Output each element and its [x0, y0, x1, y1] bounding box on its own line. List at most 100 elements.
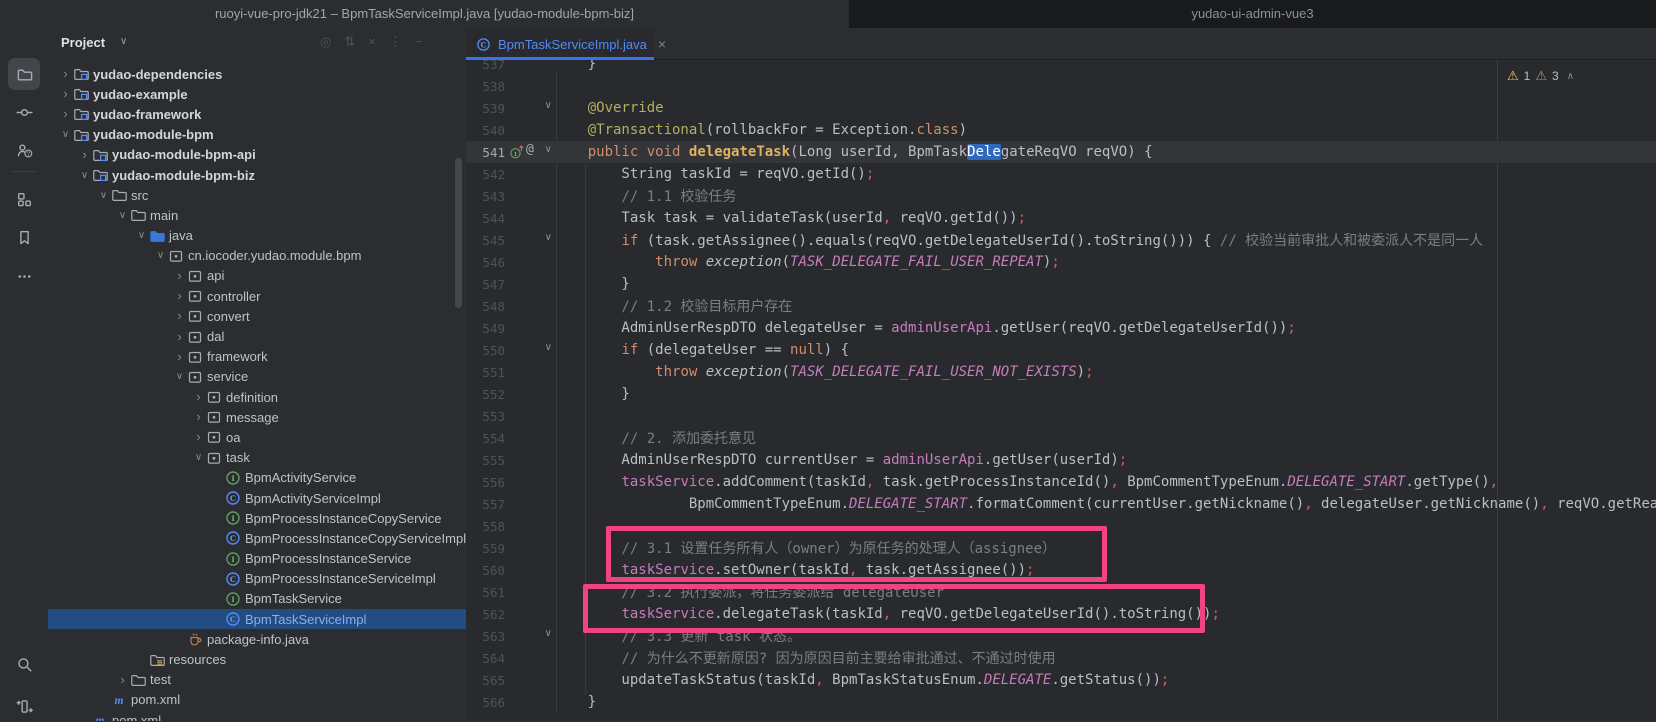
- code-line-551[interactable]: 551 throw exception(TASK_DELEGATE_FAIL_U…: [466, 361, 1656, 383]
- code-line-561[interactable]: 561 // 3.2 执行委派，将任务委派给 delegateUser: [466, 581, 1656, 603]
- tree-item-package-info-java[interactable]: package-info.java: [48, 629, 466, 649]
- chevron-collapsed-icon[interactable]: ›: [58, 69, 73, 79]
- tree-item-test[interactable]: ›test: [48, 670, 466, 690]
- code-line-556[interactable]: 556 taskService.addComment(taskId, task.…: [466, 471, 1656, 493]
- tree-item-yudao-module-bpm[interactable]: ∨yudao-module-bpm: [48, 125, 466, 145]
- code-line-558[interactable]: 558: [466, 515, 1656, 537]
- annotation-gutter-icon[interactable]: @: [526, 142, 534, 157]
- chevron-collapsed-icon[interactable]: ›: [172, 271, 187, 281]
- code-line-553[interactable]: 553: [466, 405, 1656, 427]
- chevron-expanded-icon[interactable]: ∨: [134, 230, 149, 241]
- tool-panel-icon[interactable]: [8, 690, 40, 722]
- chevron-expanded-icon[interactable]: ∨: [58, 129, 73, 140]
- tree-item-bpmprocessinstanceserviceimpl[interactable]: CBpmProcessInstanceServiceImpl: [48, 569, 466, 589]
- tree-item-yudao-framework[interactable]: ›yudao-framework: [48, 104, 466, 124]
- code-editor[interactable]: 537 }538539∨ @Override540 @Transactional…: [466, 60, 1656, 721]
- code-line-544[interactable]: 544 Task task = validateTask(userId, req…: [466, 207, 1656, 229]
- code-line-564[interactable]: 564 // 为什么不更新原因? 因为原因目前主要给审批通过、不通过时使用: [466, 647, 1656, 669]
- chevron-expanded-icon[interactable]: ∨: [77, 170, 92, 181]
- chevron-collapsed-icon[interactable]: ›: [191, 432, 206, 442]
- tree-item-bpmprocessinstancecopyservice[interactable]: IBpmProcessInstanceCopyService: [48, 508, 466, 528]
- fold-chevron-icon[interactable]: ∨: [545, 144, 552, 155]
- tree-item-yudao-module-bpm-api[interactable]: ›yudao-module-bpm-api: [48, 145, 466, 165]
- code-line-545[interactable]: 545∨ if (task.getAssignee().equals(reqVO…: [466, 229, 1656, 251]
- tree-item-convert[interactable]: ›convert: [48, 306, 466, 326]
- code-line-548[interactable]: 548 // 1.2 校验目标用户存在: [466, 295, 1656, 317]
- tree-item-message[interactable]: ›message: [48, 407, 466, 427]
- fold-chevron-icon[interactable]: ∨: [545, 342, 552, 353]
- code-line-552[interactable]: 552 }: [466, 383, 1656, 405]
- code-line-555[interactable]: 555 AdminUserRespDTO currentUser = admin…: [466, 449, 1656, 471]
- fold-chevron-icon[interactable]: ∨: [545, 232, 552, 243]
- tree-scrollbar[interactable]: [455, 158, 462, 308]
- tree-item-yudao-module-bpm-biz[interactable]: ∨yudao-module-bpm-biz: [48, 165, 466, 185]
- swap-icon[interactable]: ⇅: [344, 34, 355, 50]
- tree-item-framework[interactable]: ›framework: [48, 347, 466, 367]
- bookmarks-icon[interactable]: [8, 221, 40, 253]
- tree-item-yudao-example[interactable]: ›yudao-example: [48, 84, 466, 104]
- chevron-collapsed-icon[interactable]: ›: [172, 311, 187, 321]
- chevron-collapsed-icon[interactable]: ›: [58, 109, 73, 119]
- close-icon[interactable]: ×: [368, 34, 376, 50]
- code-line-541[interactable]: 541I@∨ public void delegateTask(Long use…: [466, 141, 1656, 163]
- tree-item-resources[interactable]: resources: [48, 649, 466, 669]
- code-line-550[interactable]: 550∨ if (delegateUser == null) {: [466, 339, 1656, 361]
- code-line-560[interactable]: 560 taskService.setOwner(taskId, task.ge…: [466, 559, 1656, 581]
- tree-item-src[interactable]: ∨src: [48, 185, 466, 205]
- tree-item-java[interactable]: ∨java: [48, 226, 466, 246]
- code-line-543[interactable]: 543 // 1.1 校验任务: [466, 185, 1656, 207]
- search-icon[interactable]: [8, 648, 40, 680]
- code-line-549[interactable]: 549 AdminUserRespDTO delegateUser = admi…: [466, 317, 1656, 339]
- tree-item-yudao-dependencies[interactable]: ›yudao-dependencies: [48, 64, 466, 84]
- more-icon[interactable]: [8, 260, 40, 292]
- chevron-expanded-icon[interactable]: ∨: [191, 452, 206, 463]
- chevron-collapsed-icon[interactable]: ›: [191, 392, 206, 402]
- tree-item-bpmprocessinstancecopyserviceimpl[interactable]: CBpmProcessInstanceCopyServiceImpl: [48, 528, 466, 548]
- tree-item-service[interactable]: ∨service: [48, 367, 466, 387]
- code-line-562[interactable]: 562 taskService.delegateTask(taskId, req…: [466, 603, 1656, 625]
- target-icon[interactable]: ◎: [320, 34, 331, 50]
- tree-item-task[interactable]: ∨task: [48, 448, 466, 468]
- chevron-collapsed-icon[interactable]: ›: [172, 352, 187, 362]
- chevron-collapsed-icon[interactable]: ›: [172, 291, 187, 301]
- fold-chevron-icon[interactable]: ∨: [545, 100, 552, 111]
- tree-item-bpmtaskserviceimpl[interactable]: CBpmTaskServiceImpl: [48, 609, 466, 629]
- tree-item-oa[interactable]: ›oa: [48, 427, 466, 447]
- background-window-title[interactable]: yudao-ui-admin-vue3: [849, 0, 1656, 28]
- more-icon[interactable]: ⋮: [389, 34, 402, 50]
- project-folder-icon[interactable]: [8, 58, 40, 90]
- code-line-559[interactable]: 559 // 3.1 设置任务所有人（owner）为原任务的处理人（assign…: [466, 537, 1656, 559]
- chevron-expanded-icon[interactable]: ∨: [172, 371, 187, 382]
- hide-icon[interactable]: −: [415, 34, 423, 50]
- code-line-540[interactable]: 540 @Transactional(rollbackFor = Excepti…: [466, 119, 1656, 141]
- code-line-538[interactable]: 538: [466, 75, 1656, 97]
- tree-item-pom-xml[interactable]: mpom.xml: [48, 710, 466, 721]
- tree-item-definition[interactable]: ›definition: [48, 387, 466, 407]
- code-line-546[interactable]: 546 throw exception(TASK_DELEGATE_FAIL_U…: [466, 251, 1656, 273]
- chevron-down-icon[interactable]: ∨: [120, 36, 127, 47]
- close-icon[interactable]: ×: [658, 36, 666, 52]
- code-line-563[interactable]: 563∨ // 3.3 更新 task 状态。: [466, 625, 1656, 647]
- chevron-collapsed-icon[interactable]: ›: [77, 150, 92, 160]
- tree-item-bpmtaskservice[interactable]: IBpmTaskService: [48, 589, 466, 609]
- chevron-expanded-icon[interactable]: ∨: [115, 210, 130, 221]
- code-line-557[interactable]: 557 BpmCommentTypeEnum.DELEGATE_START.fo…: [466, 493, 1656, 515]
- code-line-547[interactable]: 547 }: [466, 273, 1656, 295]
- tree-item-api[interactable]: ›api: [48, 266, 466, 286]
- code-line-565[interactable]: 565 updateTaskStatus(taskId, BpmTaskStat…: [466, 669, 1656, 691]
- chevron-expanded-icon[interactable]: ∨: [153, 250, 168, 261]
- tree-item-dal[interactable]: ›dal: [48, 326, 466, 346]
- tree-item-cn-iocoder-yudao-module-bpm[interactable]: ∨cn.iocoder.yudao.module.bpm: [48, 246, 466, 266]
- chevron-collapsed-icon[interactable]: ›: [172, 332, 187, 342]
- project-header-label[interactable]: Project: [61, 35, 105, 50]
- code-line-539[interactable]: 539∨ @Override: [466, 97, 1656, 119]
- tab-bpmtaskserviceimpl[interactable]: C BpmTaskServiceImpl.java ×: [466, 28, 654, 60]
- code-line-542[interactable]: 542 String taskId = reqVO.getId();: [466, 163, 1656, 185]
- fold-chevron-icon[interactable]: ∨: [545, 628, 552, 639]
- tree-item-bpmactivityserviceimpl[interactable]: CBpmActivityServiceImpl: [48, 488, 466, 508]
- code-line-554[interactable]: 554 // 2. 添加委托意见: [466, 427, 1656, 449]
- tree-item-main[interactable]: ∨main: [48, 205, 466, 225]
- tree-item-controller[interactable]: ›controller: [48, 286, 466, 306]
- chevron-collapsed-icon[interactable]: ›: [115, 675, 130, 685]
- commit-icon[interactable]: [8, 96, 40, 128]
